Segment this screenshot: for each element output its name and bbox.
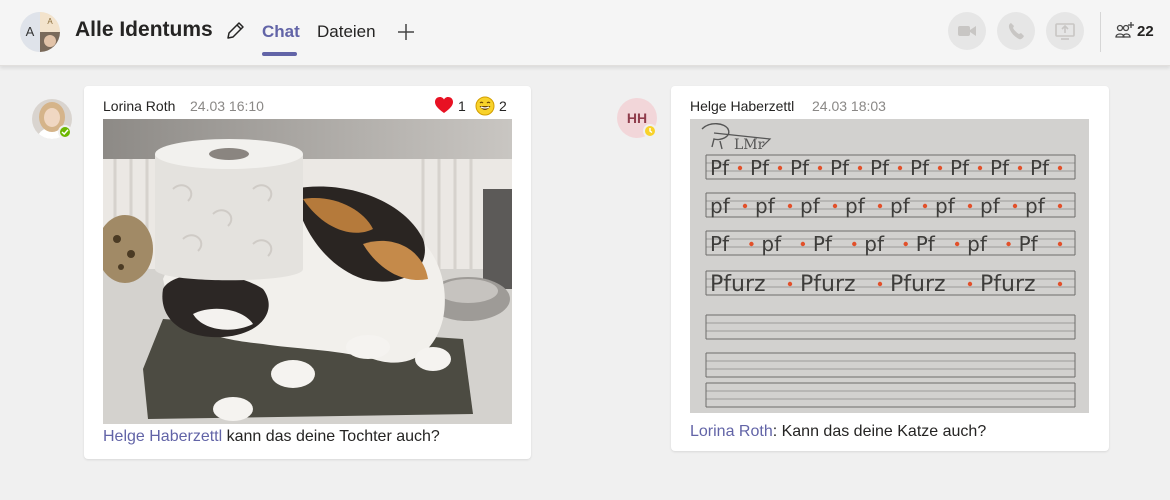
message-body: kann das deine Tochter auch? bbox=[222, 428, 440, 445]
message-body: : Kann das deine Katze auch? bbox=[772, 423, 987, 440]
handwritten-word: Pf bbox=[1030, 156, 1050, 180]
handwritten-word: Pfurz bbox=[800, 272, 856, 297]
pencil-icon[interactable] bbox=[224, 20, 246, 42]
red-dot bbox=[787, 281, 793, 287]
handwritten-word: Pf bbox=[910, 156, 930, 180]
group-avatar-initial-right: A bbox=[40, 12, 60, 32]
handwritten-word: Pf bbox=[950, 156, 970, 180]
heart-icon bbox=[435, 97, 453, 113]
red-dot bbox=[857, 165, 863, 171]
handwritten-word: pf bbox=[967, 232, 988, 256]
red-dot bbox=[800, 241, 806, 247]
group-avatar-initial-left: A bbox=[20, 12, 40, 52]
handwritten-word: pf bbox=[755, 194, 776, 218]
red-dot bbox=[967, 203, 973, 209]
red-dot bbox=[787, 203, 793, 209]
status-available-icon bbox=[58, 125, 72, 139]
status-away-icon bbox=[643, 124, 657, 138]
handwritten-word: pf bbox=[800, 194, 821, 218]
red-dot bbox=[877, 203, 883, 209]
message-card[interactable]: Lorina Roth 24.03 16:10 1 2 Helge Haberz… bbox=[84, 86, 531, 459]
reaction-count: 2 bbox=[499, 98, 507, 114]
message-card[interactable]: Helge Haberzettl 24.03 18:03 LMr Pf Pf Pf P… bbox=[671, 86, 1109, 451]
handwritten-word: Pf bbox=[790, 156, 810, 180]
red-dot bbox=[877, 281, 883, 287]
chat-title: Alle Identums bbox=[75, 18, 213, 41]
screen-share-icon bbox=[1055, 23, 1075, 40]
active-tab-indicator bbox=[262, 52, 297, 56]
plus-icon[interactable] bbox=[395, 21, 417, 43]
red-dot bbox=[737, 165, 743, 171]
handwritten-word: Pfurz bbox=[890, 272, 946, 297]
red-dot bbox=[852, 241, 857, 247]
mention-link[interactable]: Helge Haberzettl bbox=[103, 428, 222, 445]
group-avatar-photo bbox=[40, 32, 60, 52]
red-dot bbox=[954, 241, 960, 247]
svg-text:LMr: LMr bbox=[734, 137, 765, 153]
group-avatar[interactable]: A A bbox=[20, 12, 60, 52]
handwritten-word: pf bbox=[980, 194, 1001, 218]
handwritten-word: pf bbox=[710, 194, 731, 218]
red-dot bbox=[1057, 241, 1063, 247]
red-dot bbox=[1006, 241, 1011, 247]
handwritten-word: Pf bbox=[870, 156, 890, 180]
handwritten-word: Pf bbox=[710, 156, 730, 180]
handwritten-word: Pf bbox=[750, 156, 770, 180]
video-call-button[interactable] bbox=[948, 12, 986, 50]
handwritten-word: pf bbox=[845, 194, 866, 218]
screen-share-button[interactable] bbox=[1046, 12, 1084, 50]
handwritten-word: pf bbox=[1025, 194, 1046, 218]
red-dot bbox=[1057, 281, 1063, 287]
red-dot bbox=[977, 165, 983, 171]
red-dot bbox=[742, 203, 748, 209]
handwritten-word: Pf bbox=[813, 232, 833, 256]
audio-call-icon bbox=[1008, 23, 1024, 40]
red-dot bbox=[922, 203, 928, 209]
tab-chat[interactable]: Chat bbox=[262, 22, 300, 42]
handwritten-word: Pf bbox=[990, 156, 1010, 180]
participants-count[interactable]: 22 bbox=[1137, 23, 1154, 40]
red-dot bbox=[897, 165, 903, 171]
mention-link[interactable]: Lorina Roth bbox=[690, 423, 773, 440]
reaction-count: 1 bbox=[458, 98, 466, 114]
laugh-icon bbox=[475, 96, 495, 116]
message-text: Lorina Roth: Kann das deine Katze auch? bbox=[690, 423, 986, 441]
handwritten-word: pf bbox=[890, 194, 911, 218]
handwritten-word: Pf bbox=[830, 156, 850, 180]
message-sender: Lorina Roth bbox=[103, 98, 176, 114]
message-time: 24.03 16:10 bbox=[190, 98, 264, 114]
add-people-icon[interactable] bbox=[1115, 21, 1135, 41]
message-image[interactable]: LMr Pf Pf Pf Pf Pf Pf Pf Pf Pf pf pf pf pf pf pf pf pf Pf… bbox=[690, 119, 1089, 413]
video-call-icon bbox=[958, 26, 976, 36]
handwritten-word: pf bbox=[761, 232, 782, 256]
handwritten-word: pf bbox=[864, 232, 885, 256]
message-sender: Helge Haberzettl bbox=[690, 98, 795, 114]
message-text: Helge Haberzettl kann das deine Tochter … bbox=[103, 428, 440, 446]
handwritten-word: Pf bbox=[710, 232, 730, 256]
red-dot bbox=[1057, 203, 1063, 209]
message-image[interactable] bbox=[103, 119, 512, 424]
red-dot bbox=[903, 241, 908, 247]
tab-files[interactable]: Dateien bbox=[317, 22, 376, 42]
handwritten-word: Pf bbox=[1019, 232, 1039, 256]
message-time: 24.03 18:03 bbox=[812, 98, 886, 114]
red-dot bbox=[749, 241, 754, 247]
red-dot bbox=[817, 165, 823, 171]
red-dot bbox=[832, 203, 838, 209]
red-dot bbox=[1057, 165, 1063, 171]
red-dot bbox=[937, 165, 943, 171]
header-divider bbox=[1100, 12, 1101, 52]
handwritten-word: pf bbox=[935, 194, 956, 218]
red-dot bbox=[1017, 165, 1023, 171]
reaction-heart[interactable]: 1 bbox=[434, 96, 470, 116]
handwritten-word: Pfurz bbox=[710, 272, 766, 297]
red-dot bbox=[1012, 203, 1018, 209]
reaction-laugh[interactable]: 2 bbox=[475, 96, 511, 116]
red-dot bbox=[967, 281, 973, 287]
chat-header: A A Alle Identums Chat Dateien 22 bbox=[0, 0, 1170, 66]
handwritten-word: Pf bbox=[916, 232, 936, 256]
audio-call-button[interactable] bbox=[997, 12, 1035, 50]
red-dot bbox=[777, 165, 783, 171]
handwritten-word: Pfurz bbox=[980, 272, 1036, 297]
